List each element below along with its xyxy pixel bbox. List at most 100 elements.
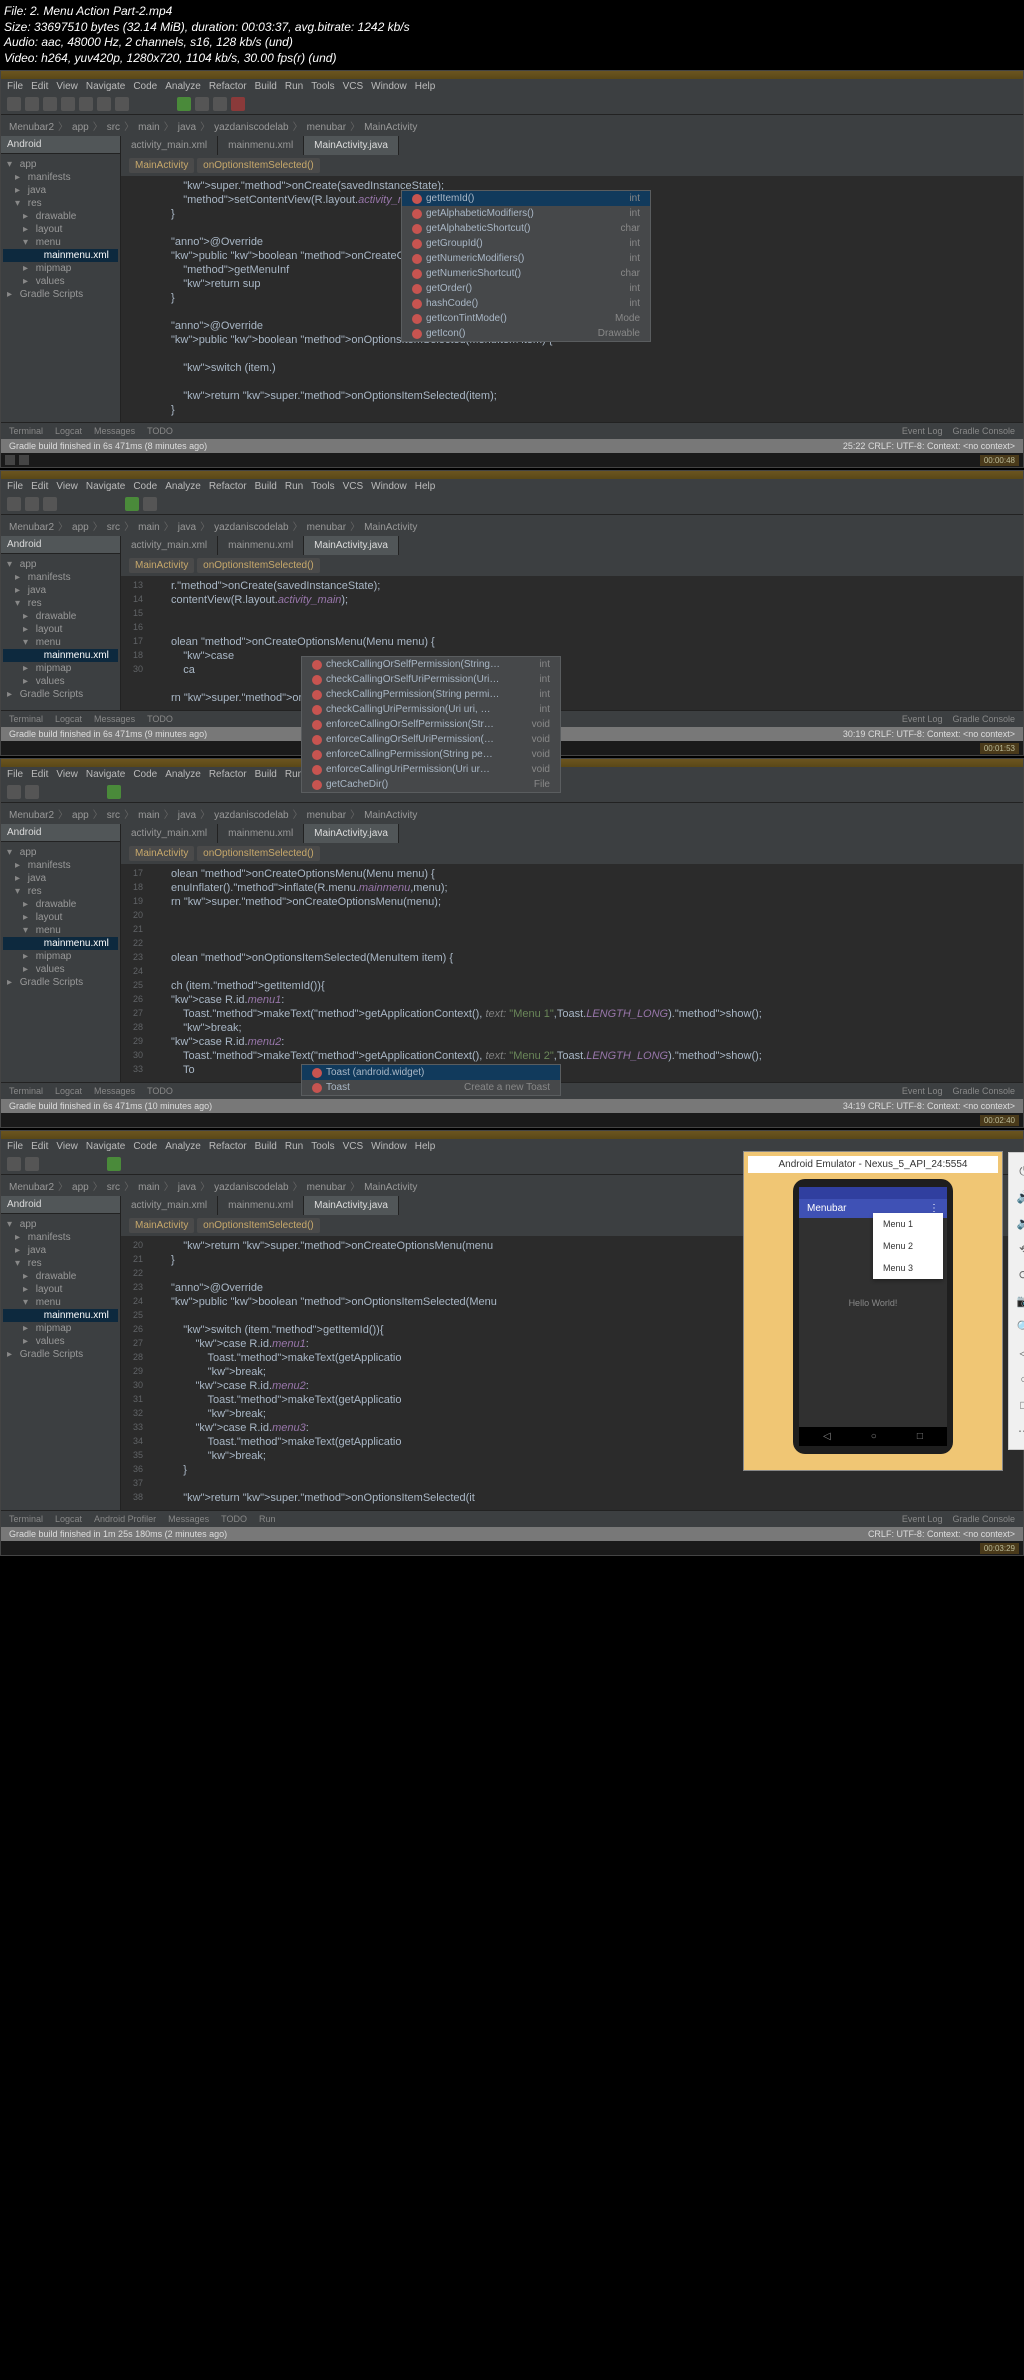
autocomplete-item[interactable]: getOrder()int <box>402 281 650 296</box>
menu-code[interactable]: Code <box>133 81 157 92</box>
tree-item[interactable]: ▸ mipmap <box>3 950 118 963</box>
breadcrumb-item[interactable]: Menubar2 <box>9 1182 54 1193</box>
breadcrumb-item[interactable]: src <box>107 1182 120 1193</box>
menu-analyze[interactable]: Analyze <box>165 81 201 92</box>
code-line[interactable]: 30 ca <box>121 664 1023 678</box>
menu-window[interactable]: Window <box>371 1141 407 1152</box>
debug-icon[interactable] <box>195 97 209 111</box>
menu-view[interactable]: View <box>56 1141 78 1152</box>
gradle-console-tab[interactable]: Gradle Console <box>952 1514 1015 1524</box>
menu-tools[interactable]: Tools <box>311 81 334 92</box>
context-class[interactable]: MainActivity <box>129 158 194 173</box>
code-line[interactable]: 28 "kw">break; <box>121 1022 1023 1036</box>
breadcrumb-item[interactable]: java <box>178 810 196 821</box>
breadcrumb-item[interactable]: java <box>178 122 196 133</box>
context-method[interactable]: onOptionsItemSelected() <box>197 846 320 861</box>
code-line[interactable]: 17olean "method">onCreateOptionsMenu(Men… <box>121 636 1023 650</box>
debug-icon[interactable] <box>143 497 157 511</box>
code-line[interactable]: 25ch (item."method">getItemId()){ <box>121 980 1023 994</box>
status-tab[interactable]: Messages <box>94 714 135 724</box>
autocomplete-item[interactable]: ToastCreate a new Toast <box>302 1080 560 1095</box>
autocomplete-item[interactable]: getIcon()Drawable <box>402 326 650 341</box>
status-tab[interactable]: TODO <box>147 1086 173 1096</box>
menu-help[interactable]: Help <box>415 81 436 92</box>
menu-analyze[interactable]: Analyze <box>165 481 201 492</box>
menu-help[interactable]: Help <box>415 1141 436 1152</box>
menu-vcs[interactable]: VCS <box>343 1141 364 1152</box>
code-line[interactable]: 37 <box>121 1478 1023 1492</box>
editor-tab[interactable]: mainmenu.xml <box>218 136 304 155</box>
tree-item[interactable]: ▸ manifests <box>3 1231 118 1244</box>
android-tab[interactable]: Android <box>1 1196 120 1214</box>
breadcrumb-item[interactable]: menubar <box>307 122 346 133</box>
menu-file[interactable]: File <box>7 769 23 780</box>
menu-tools[interactable]: Tools <box>311 1141 334 1152</box>
copy-icon[interactable] <box>97 97 111 111</box>
run-icon[interactable] <box>177 97 191 111</box>
breadcrumb-item[interactable]: main <box>138 122 160 133</box>
project-sidebar[interactable]: Android ▾ app▸ manifests▸ java▾ res▸ dra… <box>1 824 121 1082</box>
gradle-console-tab[interactable]: Gradle Console <box>952 426 1015 436</box>
status-tab[interactable]: TODO <box>221 1514 247 1524</box>
autocomplete-item[interactable]: checkCallingOrSelfPermission(String…int <box>302 657 560 672</box>
editor-tab[interactable]: mainmenu.xml <box>218 1196 304 1215</box>
tree-item[interactable]: ▸ layout <box>3 223 118 236</box>
autocomplete-item[interactable]: getItemId()int <box>402 191 650 206</box>
menu-build[interactable]: Build <box>255 1141 277 1152</box>
tree-item[interactable]: ▸ values <box>3 963 118 976</box>
menu-build[interactable]: Build <box>255 769 277 780</box>
autocomplete-item[interactable]: enforceCallingOrSelfUriPermission(…void <box>302 732 560 747</box>
autocomplete-item[interactable]: checkCallingPermission(String permi…int <box>302 687 560 702</box>
cut-icon[interactable] <box>79 97 93 111</box>
toolbar[interactable] <box>1 494 1023 515</box>
context-class[interactable]: MainActivity <box>129 558 194 573</box>
tree-item[interactable]: ▾ res <box>3 597 118 610</box>
tree-item[interactable]: ▾ res <box>3 1257 118 1270</box>
phone-screen[interactable]: Menubar ⋮ Menu 1 Menu 2 Menu 3 Hello Wor… <box>799 1187 947 1427</box>
gradle-console-tab[interactable]: Gradle Console <box>952 714 1015 724</box>
menu-refactor[interactable]: Refactor <box>209 481 247 492</box>
breadcrumb-item[interactable]: app <box>72 1182 89 1193</box>
tree-item[interactable]: mainmenu.xml <box>3 649 118 662</box>
status-tab[interactable]: Messages <box>168 1514 209 1524</box>
tree-item[interactable]: ▸ Gradle Scripts <box>3 976 118 989</box>
breadcrumb-item[interactable]: menubar <box>307 522 346 533</box>
tree-item[interactable]: ▸ layout <box>3 1283 118 1296</box>
code-line[interactable]: 18enuInflater()."method">inflate(R.menu.… <box>121 882 1023 896</box>
menu-tools[interactable]: Tools <box>311 481 334 492</box>
tree-root[interactable]: ▾ app <box>3 846 118 859</box>
menu-window[interactable]: Window <box>371 81 407 92</box>
editor-tab[interactable]: activity_main.xml <box>121 1196 218 1215</box>
autocomplete-item[interactable]: enforceCallingUriPermission(Uri ur…void <box>302 762 560 777</box>
menu-item-1[interactable]: Menu 1 <box>873 1213 943 1235</box>
breadcrumb[interactable]: Menubar2〉app〉src〉main〉java〉yazdaniscodel… <box>1 515 1023 536</box>
menu-analyze[interactable]: Analyze <box>165 1141 201 1152</box>
home-icon[interactable]: ○ <box>871 1431 877 1442</box>
code-line[interactable]: 30 Toast."method">makeText("method">getA… <box>121 1050 1023 1064</box>
menu-view[interactable]: View <box>56 81 78 92</box>
save-icon[interactable] <box>25 1157 39 1171</box>
tree-item[interactable]: ▸ values <box>3 675 118 688</box>
android-tab[interactable]: Android <box>1 536 120 554</box>
breadcrumb-item[interactable]: MainActivity <box>364 122 417 133</box>
android-tab[interactable]: Android <box>1 824 120 842</box>
code-line[interactable]: "kw">return "kw">super."method">onOption… <box>121 390 1023 404</box>
menu-item-3[interactable]: Menu 3 <box>873 1257 943 1279</box>
status-tab[interactable]: Logcat <box>55 426 82 436</box>
event-log-tab[interactable]: Event Log <box>902 426 943 436</box>
breadcrumb-item[interactable]: menubar <box>307 810 346 821</box>
camera-icon[interactable]: 📷 <box>1012 1289 1024 1313</box>
editor-tab[interactable]: activity_main.xml <box>121 136 218 155</box>
status-tab[interactable]: Terminal <box>9 426 43 436</box>
menu-window[interactable]: Window <box>371 481 407 492</box>
profile-icon[interactable] <box>213 97 227 111</box>
breadcrumb-item[interactable]: app <box>72 122 89 133</box>
status-tab[interactable]: Android Profiler <box>94 1514 156 1524</box>
tree-item[interactable]: ▾ menu <box>3 924 118 937</box>
menu-bar[interactable]: FileEditViewNavigateCodeAnalyzeRefactorB… <box>1 79 1023 94</box>
autocomplete-item[interactable]: getIconTintMode()Mode <box>402 311 650 326</box>
autocomplete-item[interactable]: enforceCallingPermission(String pe…void <box>302 747 560 762</box>
breadcrumb-item[interactable]: main <box>138 1182 160 1193</box>
breadcrumb-item[interactable]: yazdaniscodelab <box>214 1182 289 1193</box>
undo-icon[interactable] <box>43 497 57 511</box>
